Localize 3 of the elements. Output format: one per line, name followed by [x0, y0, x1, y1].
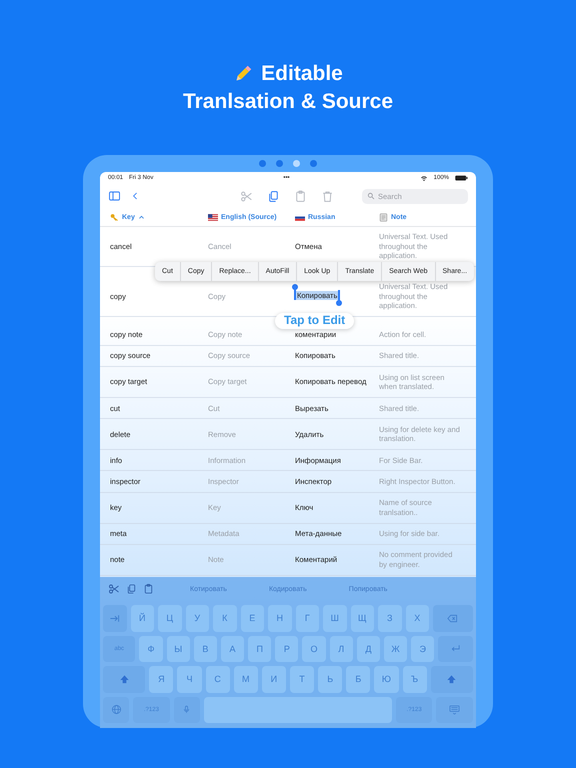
headline: Editable — [261, 61, 343, 87]
tap-to-edit-tooltip: Tap to Edit — [275, 313, 354, 329]
headline: Tranlsation & Source — [182, 89, 394, 115]
